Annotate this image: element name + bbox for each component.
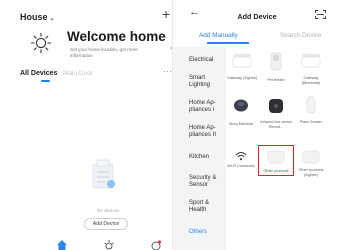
profile-icon[interactable] [150, 239, 162, 250]
tab-search-device[interactable]: Search Device [280, 32, 322, 39]
category-home-appliances-1[interactable]: Home Ap-pliances i [189, 100, 225, 114]
welcome-subtitle: Set your home location, get more informa… [70, 47, 138, 58]
story-machine-icon[interactable] [233, 98, 249, 112]
infrared-remote-icon[interactable] [268, 98, 284, 114]
device-label: Story Machine [228, 122, 254, 126]
category-sport-health[interactable]: Sport & Health [189, 200, 219, 214]
device-label: Wi-Fi Connector [227, 164, 255, 168]
home-icon[interactable] [56, 239, 68, 250]
device-label: Infrared Uni-versal Remot... [260, 120, 292, 129]
tab-indicator [41, 80, 50, 82]
add-device-button[interactable]: Add Device [84, 218, 128, 230]
category-security-sensor[interactable]: Security & Sensor [189, 175, 223, 189]
home-selector[interactable]: House ⌄ [20, 12, 55, 22]
no-devices-icon [92, 159, 115, 189]
tab-indicator [207, 42, 249, 44]
pet-feeder-icon[interactable] [269, 52, 283, 72]
category-home-appliances-2[interactable]: Home Ap-pliances II [189, 125, 225, 139]
device-label: Plant Grower [299, 120, 323, 124]
category-electrical[interactable]: Electrical [189, 57, 213, 64]
device-label: Other products (Zigbee) [298, 168, 324, 177]
plus-icon[interactable]: + [162, 7, 170, 21]
scan-icon[interactable] [315, 10, 326, 19]
device-label: Gateway (Bluetooth) [301, 76, 321, 85]
tab-main-door[interactable]: Main Door [63, 70, 93, 77]
category-others[interactable]: Others [189, 229, 207, 236]
welcome-title: Welcome home [67, 29, 166, 44]
device-label: Pet feeder [267, 78, 285, 82]
welcome-banner[interactable]: Welcome home Set your home location, get… [20, 29, 172, 61]
home-screen: House ⌄ + Welcome home Set your home loca… [0, 0, 172, 250]
sun-icon [30, 32, 52, 54]
gateway-bluetooth-icon[interactable] [301, 52, 321, 70]
add-device-screen: ← Add Device Add Manually Search Device … [173, 0, 341, 250]
smart-icon[interactable] [103, 239, 115, 250]
category-smart-lighting[interactable]: Smart Lighting [189, 75, 217, 89]
gateway-icon[interactable] [232, 52, 252, 70]
wifi-connector-icon[interactable] [235, 151, 247, 161]
category-kitchen[interactable]: Kitchen [189, 154, 209, 161]
highlight-box [258, 145, 294, 176]
device-label: Gateway (Zigbee) [226, 76, 258, 80]
empty-state-text: No devices [97, 208, 120, 213]
plant-grower-icon[interactable] [306, 96, 316, 114]
tab-all-devices[interactable]: All Devices [20, 70, 57, 77]
other-products-zigbee-icon[interactable] [302, 150, 320, 164]
home-name: House [20, 12, 48, 22]
chevron-down-icon: ⌄ [49, 16, 55, 22]
tab-add-manually[interactable]: Add Manually [199, 32, 238, 39]
